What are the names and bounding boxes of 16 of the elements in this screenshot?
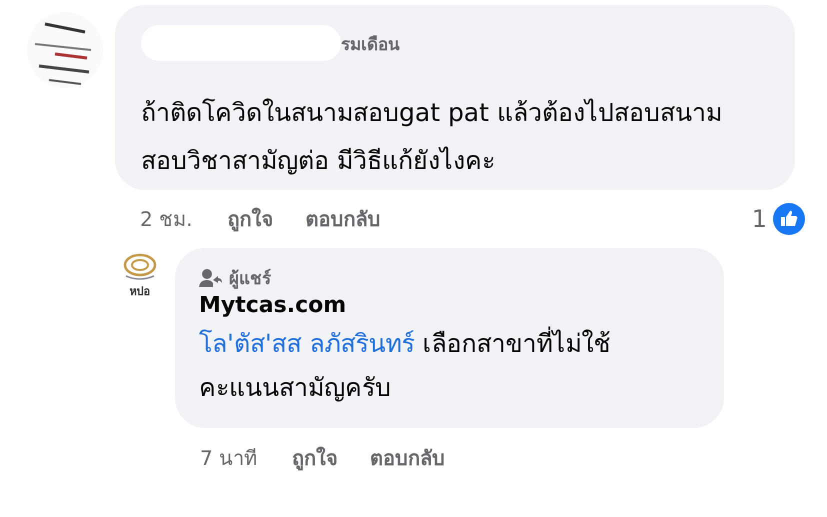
action-link[interactable]: ถูกใจ bbox=[227, 203, 274, 235]
author-name[interactable]: Mytcas.com bbox=[199, 293, 700, 318]
mention-link[interactable]: โล'ตัส'สส ลภัสรินทร์ bbox=[199, 329, 415, 358]
action-link[interactable]: ตอบกลับ bbox=[305, 203, 380, 235]
reply-time: 7 นาที bbox=[200, 445, 258, 472]
action-link[interactable]: ตอบกลับ bbox=[370, 442, 446, 474]
reply-text: โล'ตัส'สส ลภัสรินทร์ เลือกสาขาที่ไม่ใช้คะแนนสามัญครับ bbox=[199, 322, 649, 410]
action-link[interactable]: ถูกใจ bbox=[292, 442, 338, 474]
sharer-label: ผู้แชร์ bbox=[229, 268, 271, 291]
comment-time: 2 ชม. bbox=[140, 206, 192, 233]
sharer-icon bbox=[199, 268, 223, 288]
like-icon[interactable] bbox=[773, 203, 805, 235]
logo-text: หปอ bbox=[130, 284, 150, 300]
reaction-count: 1 bbox=[752, 205, 767, 233]
comment-text: ถ้าติดโควิดในสนามสอบgat pat แล้วต้องไปสอบสนามสอบวิชาสามัญต่อ มีวิธีแก้ยังไงคะ bbox=[141, 97, 723, 177]
author-name: รมเดือน bbox=[341, 34, 400, 56]
